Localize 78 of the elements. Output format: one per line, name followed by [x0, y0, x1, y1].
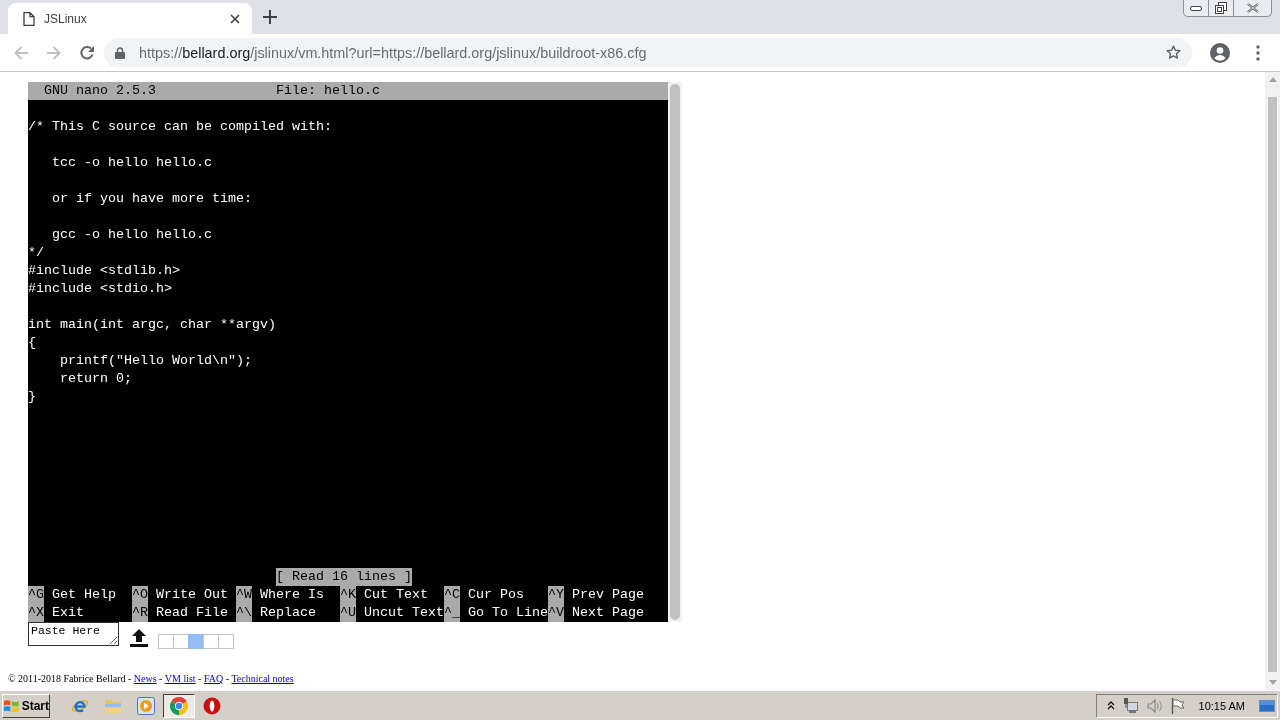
shortcut-key: ^\ — [236, 604, 252, 622]
address-bar[interactable]: https://bellard.org/jslinux/vm.html?url=https://bellard.org/jslinux/buildroot-x86.cfg — [104, 37, 1192, 68]
footer-text: © 2011-2018 Fabrice Bellard - News - VM list - FAQ - Technical notes — [8, 673, 295, 684]
code-line: return 0; — [59, 370, 132, 388]
star-icon — [1165, 45, 1181, 60]
code-line: { — [28, 334, 36, 352]
network-icon[interactable] — [1122, 697, 1139, 714]
close-icon — [230, 13, 240, 24]
taskbar-app-button[interactable] — [163, 693, 195, 718]
play-icon — [137, 696, 155, 715]
shortcut-label: Next Page — [572, 604, 644, 622]
show-desktop-icon[interactable] — [1259, 699, 1275, 712]
minimize-icon — [1190, 5, 1202, 11]
code-line: */ — [28, 244, 44, 262]
reload-icon — [79, 44, 95, 61]
shortcut-label: Where Is — [260, 586, 324, 604]
clock[interactable]: 10:15 AM — [1198, 699, 1245, 712]
shortcut-key: ^W — [236, 586, 252, 604]
menu-icon — [1256, 44, 1260, 61]
lock-icon — [115, 46, 125, 59]
plus-icon — [263, 10, 277, 24]
shortcut-key: ^R — [132, 604, 148, 622]
shortcut-key: ^_ — [444, 604, 460, 622]
shortcut-label: Uncut Text — [364, 604, 444, 622]
upload-button[interactable] — [129, 628, 149, 648]
restore-icon — [1215, 2, 1227, 14]
code-line: or if you have more time: — [51, 190, 252, 208]
shortcut-label: Cut Text — [364, 586, 428, 604]
shortcut-label: Read File — [156, 604, 228, 622]
shortcut-key: ^C — [444, 586, 460, 604]
shortcut-label: Cur Pos — [468, 586, 524, 604]
new-tab-button[interactable] — [261, 8, 279, 26]
shortcut-key: ^K — [340, 586, 356, 604]
terminal-scrollbar[interactable] — [668, 82, 682, 622]
code-line: printf("Hello World\n"); — [59, 352, 252, 370]
code-line: tcc -o hello hello.c — [51, 154, 212, 172]
shortcut-key: ^Y — [548, 586, 564, 604]
code-line: int main(int argc, char **argv) — [28, 316, 276, 334]
code-line: gcc -o hello hello.c — [51, 226, 212, 244]
chevron-up-icon[interactable] — [1106, 701, 1115, 710]
flag-logo-icon — [3, 697, 20, 714]
round-logo-icon — [170, 696, 188, 715]
file-name: File: hello.c — [276, 82, 380, 100]
shortcut-label: Replace — [260, 604, 316, 622]
forward-arrow-icon — [46, 44, 62, 61]
close-icon — [1246, 3, 1259, 13]
shortcut-label: Prev Page — [572, 586, 644, 604]
account-icon — [1210, 42, 1230, 63]
shortcut-key: ^O — [132, 586, 148, 604]
back-arrow-icon — [13, 44, 29, 61]
ring-icon — [203, 696, 221, 715]
folder-icon — [104, 697, 122, 714]
editor-version: GNU nano 2.5.3 — [44, 82, 157, 100]
shortcut-label: Go To Line — [468, 604, 548, 622]
paste-field[interactable]: Paste Here — [28, 622, 119, 646]
shortcut-key: ^U — [340, 604, 356, 622]
code-line: } — [28, 388, 36, 406]
start-button[interactable]: Start — [2, 693, 50, 718]
footer-link[interactable]: News — [133, 673, 157, 684]
code-line: /* This C source can be compiled with: — [28, 118, 332, 136]
shortcut-key: ^X — [28, 604, 44, 622]
code-line: #include <stdio.h> — [28, 280, 172, 298]
upload-icon — [130, 629, 148, 647]
shortcut-key: ^V — [548, 604, 564, 622]
shortcut-label: Get Help — [52, 586, 116, 604]
shortcut-label: Exit — [52, 604, 84, 622]
shortcut-label: Write Out — [156, 586, 228, 604]
browser-tab[interactable]: JSLinux — [8, 3, 252, 34]
shortcut-key: ^G — [28, 586, 44, 604]
code-line: #include <stdlib.h> — [28, 262, 180, 280]
terminal-screen[interactable] — [28, 82, 668, 622]
status-message: [ Read 16 lines ] — [276, 568, 412, 586]
close-tab-button[interactable] — [228, 11, 242, 26]
footer-link[interactable]: VM list — [164, 673, 196, 684]
flag-icon[interactable] — [1170, 697, 1185, 714]
footer-link[interactable]: Technical notes — [231, 673, 294, 684]
footer-link[interactable]: FAQ — [203, 673, 224, 684]
page-icon — [23, 11, 35, 26]
